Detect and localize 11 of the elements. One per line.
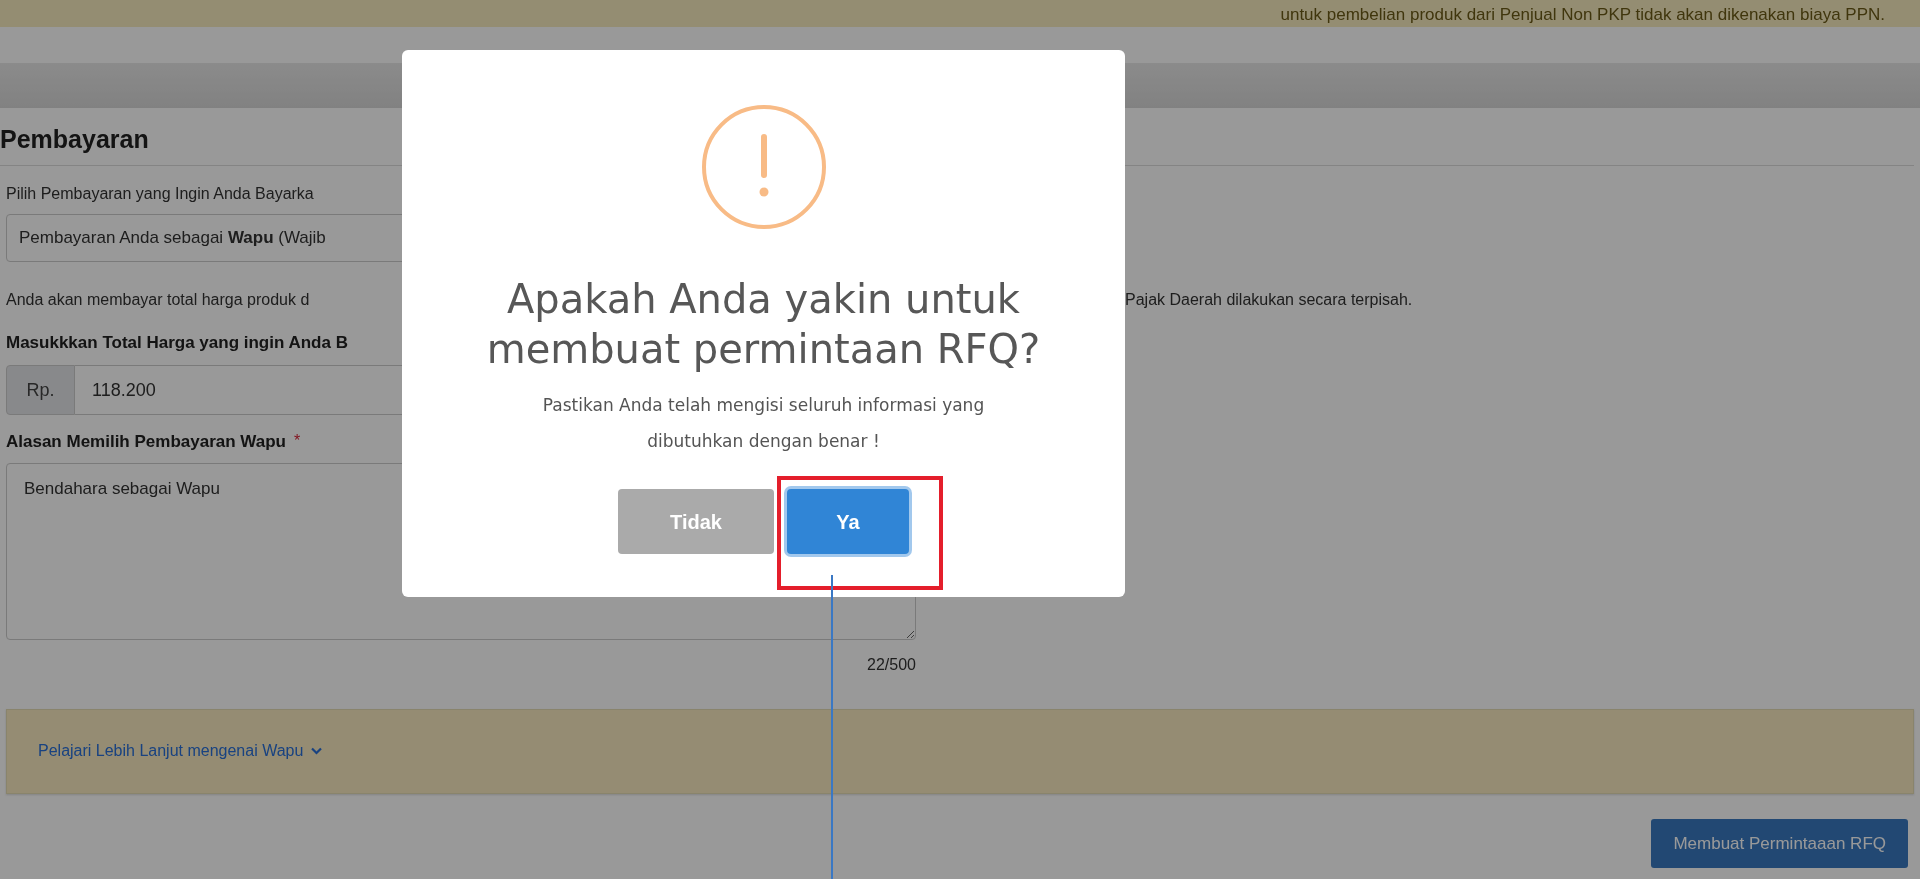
info-text: Pajak Daerah dilakukan secara terpisah. [1125, 289, 1413, 310]
field-label: Alasan Memilih Pembayaran Wapu [6, 431, 286, 453]
info-text: Anda akan membayar total harga produk d [6, 289, 310, 310]
dialog-title: Apakah Anda yakin untuk membuat permintaan RFQ? [485, 275, 1042, 374]
char-counter: 22/500 [867, 654, 916, 675]
payment-prompt: Pilih Pembayaran yang Ingin Anda Bayarka [6, 183, 314, 204]
currency-prefix: Rp. [6, 365, 75, 415]
field-label: Masukkkan Total Harga yang ingin Anda B [6, 331, 348, 354]
notice-text: untuk pembelian produk dari Penjual Non PKP tidak akan dikenakan biaya PPN. [1280, 6, 1885, 23]
required-mark: * [293, 431, 301, 451]
dialog-message: Pastikan Anda telah mengisi seluruh informasi yang dibutuhkan dengan benar ! [541, 394, 986, 453]
